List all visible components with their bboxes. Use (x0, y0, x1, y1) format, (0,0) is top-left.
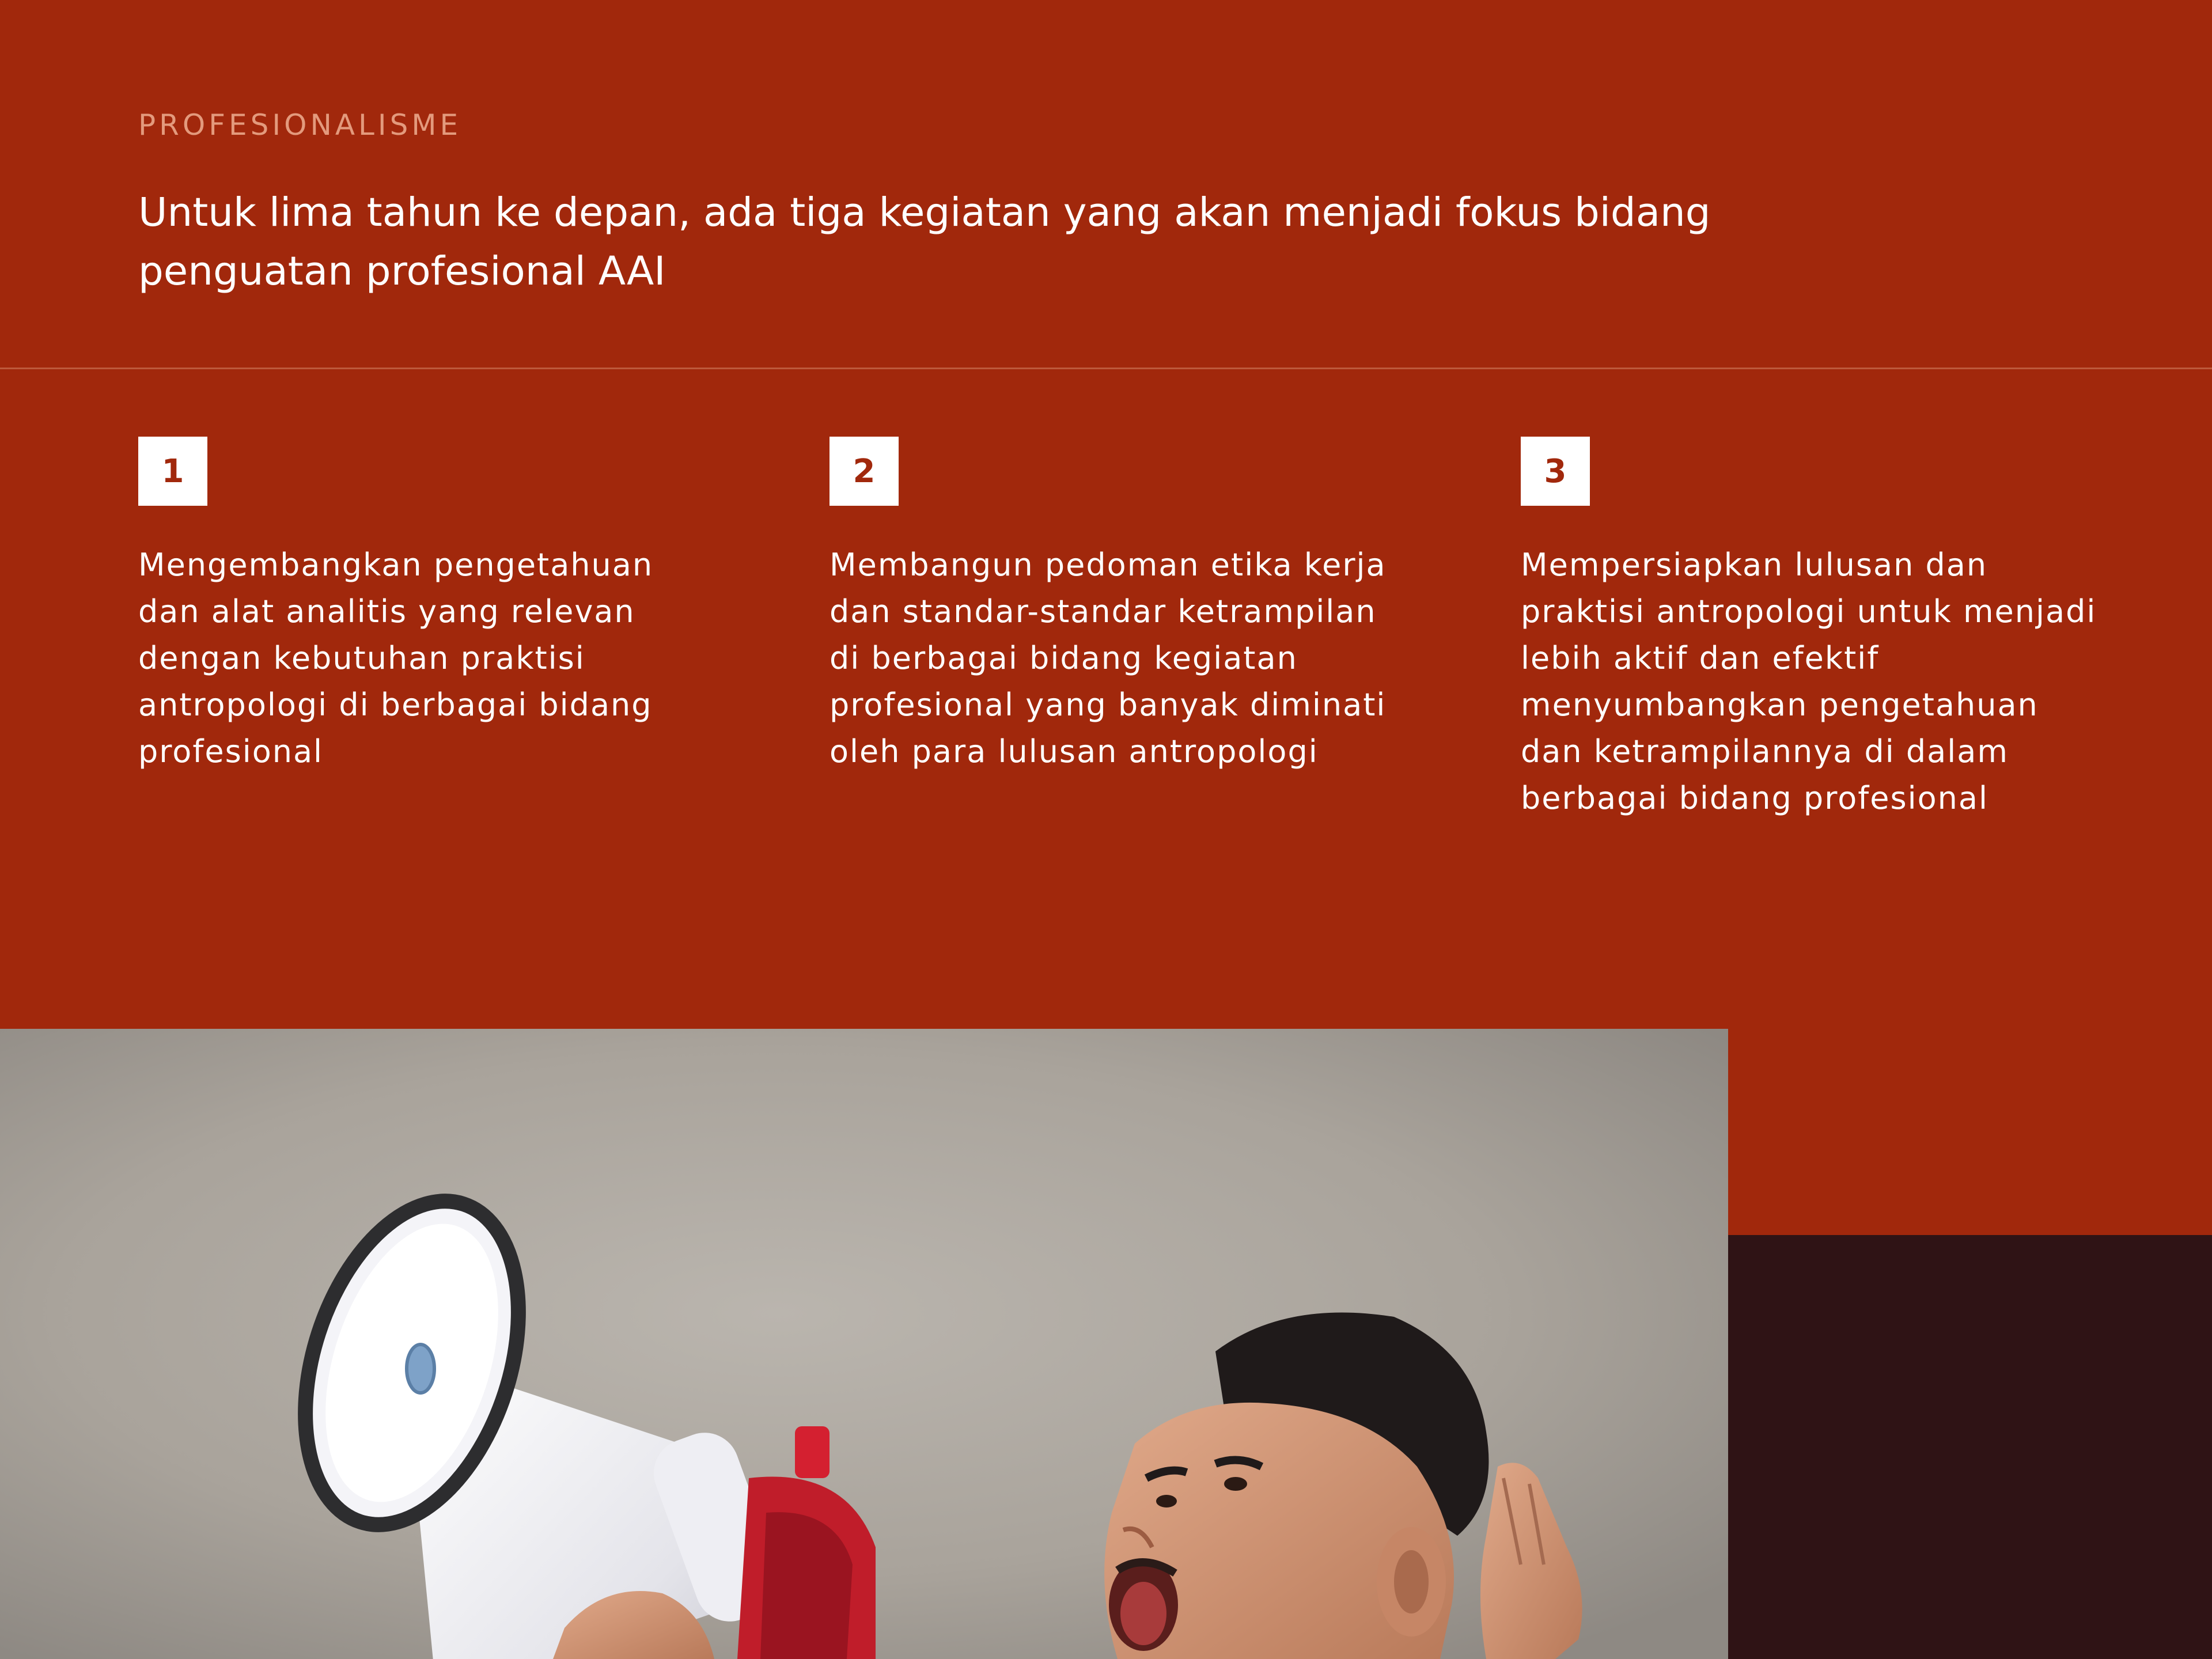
focus-item-3: 3 Mempersiapkan lulusan dan praktisi ant… (1521, 437, 2097, 821)
focus-number-badge: 3 (1521, 437, 1590, 506)
focus-description: Membangun pedoman etika kerja dan standa… (830, 547, 1387, 770)
focus-description: Mengembangkan pengetahuan dan alat anali… (138, 547, 654, 770)
focus-item-2: 2 Membangun pedoman etika kerja dan stan… (830, 437, 1406, 775)
focus-item-1: 1 Mengembangkan pengetahuan dan alat ana… (138, 437, 714, 775)
section-divider (0, 368, 2212, 369)
section-eyebrow: PROFESIONALISME (138, 108, 462, 142)
decorative-dark-block (1727, 1235, 2212, 1659)
focus-number-badge: 2 (830, 437, 899, 506)
professionalism-section: PROFESIONALISME Untuk lima tahun ke depa… (0, 0, 2212, 1659)
megaphone-photo-illustration (0, 1029, 1728, 1659)
focus-description: Mempersiapkan lulusan dan praktisi antro… (1521, 547, 2097, 816)
focus-number-badge: 1 (138, 437, 207, 506)
megaphone-photo (0, 1029, 1728, 1659)
section-headline: Untuk lima tahun ke depan, ada tiga kegi… (138, 190, 1711, 294)
